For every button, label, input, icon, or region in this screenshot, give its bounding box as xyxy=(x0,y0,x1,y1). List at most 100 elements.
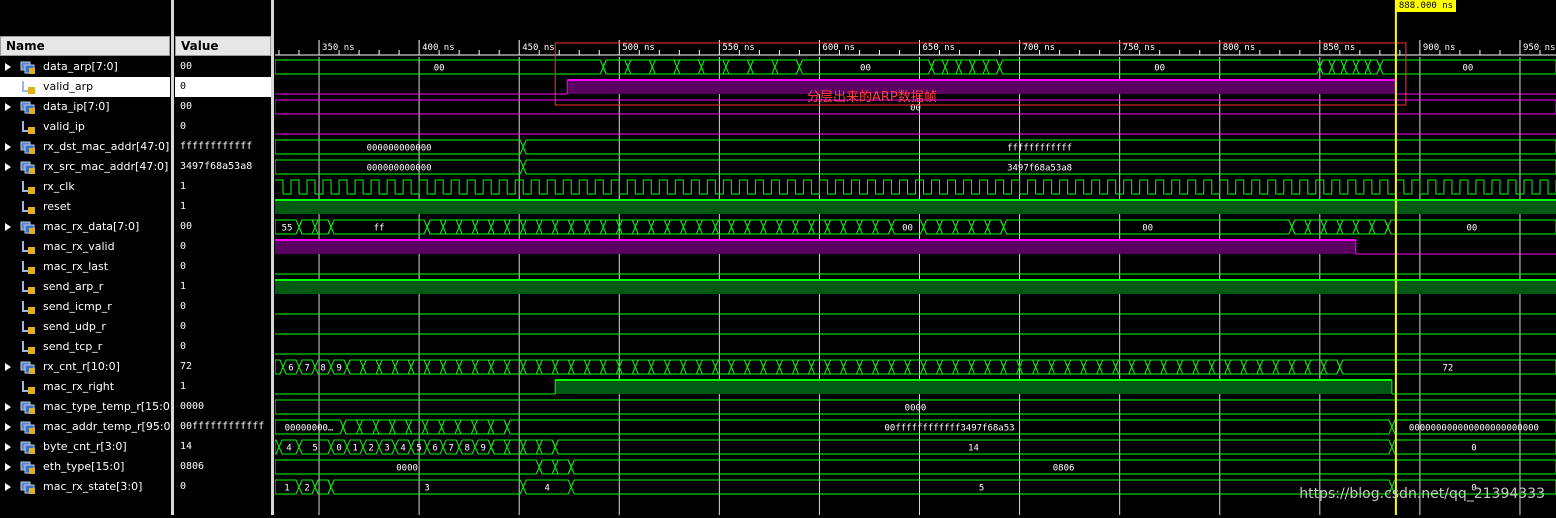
bus-value-label: 00 xyxy=(860,64,871,74)
signal-row[interactable]: valid_ip xyxy=(0,117,170,137)
signal-value-row[interactable]: 0 xyxy=(175,317,271,337)
bit-icon xyxy=(20,80,36,94)
bus-transition xyxy=(1323,219,1341,235)
bus-transition xyxy=(954,359,973,375)
signal-row[interactable]: rx_src_mac_addr[47:0] xyxy=(0,157,170,177)
signal-value: 14 xyxy=(180,441,193,452)
signal-row[interactable]: valid_arp xyxy=(0,77,170,97)
bus-transition xyxy=(1339,219,1357,235)
signal-row[interactable]: reset xyxy=(0,197,170,217)
signal-row[interactable]: mac_rx_valid xyxy=(0,237,170,257)
signal-value-row[interactable]: 0 xyxy=(175,77,271,97)
signal-value-row[interactable]: 0 xyxy=(175,257,271,277)
signal-value-row[interactable]: 00 xyxy=(175,97,271,117)
signal-value-row[interactable]: 0 xyxy=(175,117,271,137)
signal-value-row[interactable]: 1 xyxy=(175,277,271,297)
expand-arrow-icon[interactable] xyxy=(5,223,11,231)
signal-row[interactable]: mac_addr_temp_r[95:0] xyxy=(0,417,175,437)
waveform-canvas[interactable]: 350 ns 400 ns 450 ns 500 ns 550 ns 600 ns 650 … xyxy=(274,0,1556,515)
bus-transition xyxy=(394,359,412,375)
expand-arrow-icon[interactable] xyxy=(5,63,11,71)
signal-row[interactable]: mac_rx_last xyxy=(0,257,170,277)
signal-row[interactable]: data_arp[7:0] xyxy=(0,57,170,77)
bus-icon xyxy=(20,480,36,494)
expand-arrow-icon[interactable] xyxy=(5,163,11,171)
signal-row[interactable]: rx_clk xyxy=(0,177,170,197)
expand-arrow-icon[interactable] xyxy=(5,403,11,411)
expand-arrow-icon[interactable] xyxy=(5,363,11,371)
signal-name: mac_addr_temp_r[95:0] xyxy=(43,420,175,433)
high-level-fill xyxy=(567,80,1396,94)
signal-name: mac_rx_valid xyxy=(43,240,115,253)
ruler-tick-label: 700 ns xyxy=(1023,43,1056,53)
bus-segment xyxy=(426,219,893,235)
bus-transition xyxy=(858,219,877,235)
signal-value-row[interactable]: 00ffffffffffff xyxy=(175,417,271,437)
signal-value-row[interactable]: ffffffffffff xyxy=(175,137,271,157)
cursor-time-label[interactable]: 888.000 ns xyxy=(1395,0,1457,12)
signal-value-row[interactable]: 3497f68a53a8 xyxy=(175,157,271,177)
signal-value-row[interactable]: 0806 xyxy=(175,457,271,477)
signal-value-row[interactable]: 0 xyxy=(175,477,271,497)
bus-transition xyxy=(586,219,604,235)
bus-transition xyxy=(1319,59,1333,75)
expand-arrow-icon[interactable] xyxy=(5,103,11,111)
signal-value: 0 xyxy=(180,121,187,132)
signal-value-row[interactable]: 00 xyxy=(175,57,271,77)
expand-arrow-icon[interactable] xyxy=(5,423,11,431)
bus-transition xyxy=(794,219,812,235)
bus-transition xyxy=(1179,359,1197,375)
signal-value-row[interactable]: 0 xyxy=(175,337,271,357)
bus-segment xyxy=(922,219,1005,235)
bus-value-label: ff xyxy=(374,224,385,234)
signal-value-row[interactable]: 0000 xyxy=(175,397,271,417)
signal-value-row[interactable]: 72 xyxy=(175,357,271,377)
signal-row[interactable]: data_ip[7:0] xyxy=(0,97,170,117)
bit-icon xyxy=(20,240,36,254)
bus-transition xyxy=(842,219,860,235)
signal-row[interactable]: mac_rx_state[3:0] xyxy=(0,477,170,497)
bus-value-label: 55 xyxy=(282,224,293,234)
signal-value-row[interactable]: 0 xyxy=(175,297,271,317)
expand-arrow-icon[interactable] xyxy=(5,483,11,491)
signal-value-row[interactable]: 1 xyxy=(175,197,271,217)
signal-row[interactable]: mac_rx_right xyxy=(0,377,170,397)
signal-row[interactable]: rx_cnt_r[10:0] xyxy=(0,357,170,377)
bus-transition xyxy=(725,59,751,75)
bit-icon xyxy=(20,300,36,314)
signal-value-row[interactable]: 00 xyxy=(175,217,271,237)
signal-row[interactable]: send_tcp_r xyxy=(0,337,170,357)
signal-name: data_arp[7:0] xyxy=(43,60,118,73)
bus-transition xyxy=(358,419,377,435)
name-column-header[interactable]: Name xyxy=(0,36,170,56)
signal-value-row[interactable]: 1 xyxy=(175,177,271,197)
high-level-fill xyxy=(555,380,1392,394)
value-column-header[interactable]: Value xyxy=(175,36,271,56)
signal-row[interactable]: send_icmp_r xyxy=(0,297,170,317)
panel-divider[interactable] xyxy=(271,0,274,515)
bus-value-label: 0000 xyxy=(396,464,418,474)
bus-transition xyxy=(762,219,780,235)
signal-row[interactable]: send_arp_r xyxy=(0,277,170,297)
bus-value-label: 8 xyxy=(320,364,325,374)
signal-row[interactable]: rx_dst_mac_addr[47:0] xyxy=(0,137,170,157)
signal-value-row[interactable]: 1 xyxy=(175,377,271,397)
bit-icon xyxy=(20,380,36,394)
signal-row[interactable]: send_udp_r xyxy=(0,317,170,337)
signal-row[interactable]: mac_type_temp_r[15:0] xyxy=(0,397,174,417)
signal-value-row[interactable]: 14 xyxy=(175,437,271,457)
expand-arrow-icon[interactable] xyxy=(5,463,11,471)
waveform-viewer[interactable]: 350 ns 400 ns 450 ns 500 ns 550 ns 600 ns 650 … xyxy=(274,0,1556,515)
signal-row[interactable]: eth_type[15:0] xyxy=(0,457,170,477)
expand-arrow-icon[interactable] xyxy=(5,143,11,151)
bus-transition xyxy=(522,359,540,375)
bus-transition xyxy=(1243,359,1261,375)
signal-row[interactable]: mac_rx_data[7:0] xyxy=(0,217,170,237)
signal-name: send_tcp_r xyxy=(43,340,103,353)
expand-arrow-icon[interactable] xyxy=(5,443,11,451)
signal-value-row[interactable]: 0 xyxy=(175,237,271,257)
panel-divider[interactable] xyxy=(171,0,174,515)
signal-row[interactable]: byte_cnt_r[3:0] xyxy=(0,437,170,457)
bus-value-label: 4 xyxy=(400,444,405,454)
bus-transition xyxy=(730,219,748,235)
